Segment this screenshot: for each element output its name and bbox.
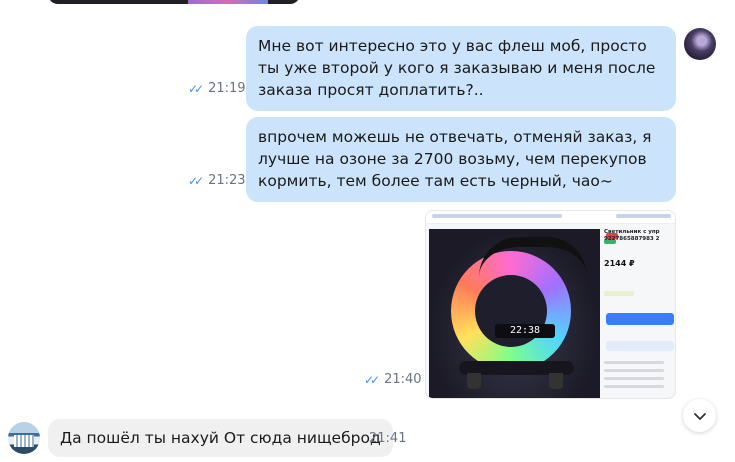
double-check-icon: ✓✓ xyxy=(188,81,204,96)
double-check-icon: ✓✓ xyxy=(364,372,380,387)
message-text: Мне вот интересно это у вас флеш моб, пр… xyxy=(258,37,656,99)
chevron-down-icon xyxy=(693,412,706,420)
product-code: 9227865887983 2 xyxy=(604,236,660,242)
screenshot-header xyxy=(426,211,675,224)
message-text: Да пошёл ты нахуй От сюда нищеброд xyxy=(60,429,381,447)
message-time: 21:19 xyxy=(208,81,246,96)
message-meta: ✓✓ 21:19 xyxy=(188,81,246,96)
double-check-icon: ✓✓ xyxy=(188,173,204,188)
message-time: 21:41 xyxy=(369,431,407,446)
message-text: впрочем можешь не отвечать, отменяй зака… xyxy=(258,128,652,190)
message-meta: ✓✓ 21:23 xyxy=(188,173,246,188)
contact-avatar[interactable] xyxy=(8,422,40,454)
product-screenshot-image[interactable]: 22:38 Светильник с упр 9227865887983 2 2… xyxy=(425,210,676,399)
outgoing-message-bubble[interactable]: впрочем можешь не отвечать, отменяй зака… xyxy=(246,117,676,202)
lamp-clock-display: 22:38 xyxy=(495,324,555,338)
lamp-photo: 22:38 xyxy=(429,229,600,398)
product-title: Светильник с упр xyxy=(604,229,660,235)
message-time: 21:40 xyxy=(384,372,422,387)
message-time: 21:23 xyxy=(208,173,246,188)
product-price: 2144 ₽ xyxy=(604,259,635,268)
scroll-to-bottom-button[interactable] xyxy=(683,399,716,432)
message-meta: ✓✓ 21:40 xyxy=(364,372,422,387)
my-avatar[interactable] xyxy=(684,28,716,60)
outgoing-message-bubble[interactable]: Мне вот интересно это у вас флеш моб, пр… xyxy=(246,26,676,111)
product-info-panel: Светильник с упр 9227865887983 2 2144 ₽ xyxy=(604,229,674,398)
previous-image-thumbnail[interactable] xyxy=(48,0,300,4)
incoming-message-bubble[interactable]: Да пошёл ты нахуй От сюда нищеброд xyxy=(48,419,393,457)
